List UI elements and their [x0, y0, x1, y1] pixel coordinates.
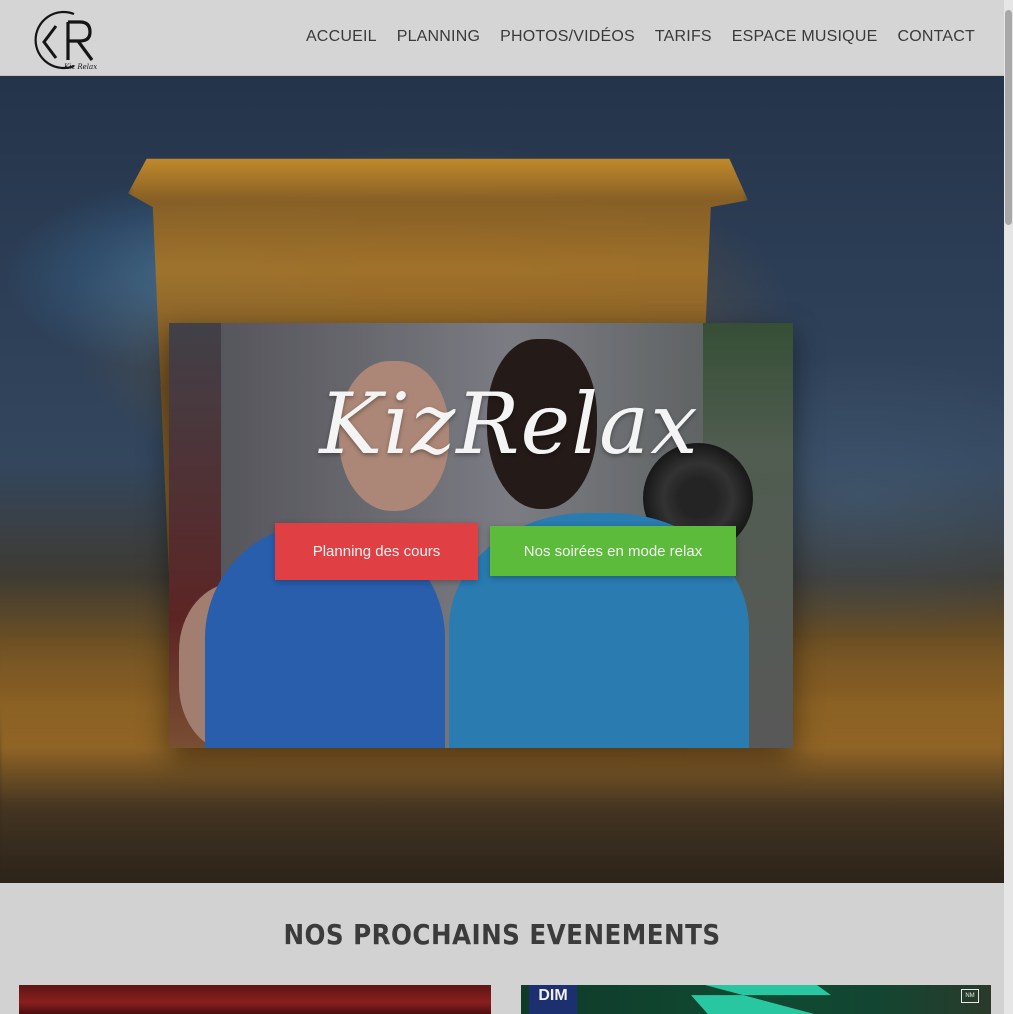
page-scrollbar[interactable]: [1004, 0, 1013, 1014]
hero-section: KizRelax Planning des cours Nos soirées …: [0, 76, 1004, 883]
event-card[interactable]: [19, 985, 491, 1014]
event-pagoda-graphic: [691, 985, 831, 1014]
main-nav: ACCUEIL PLANNING PHOTOS/VIDÉOS TARIFS ES…: [306, 28, 975, 46]
event-day-badge: DIM: [529, 985, 577, 1014]
event-card[interactable]: DIM NM: [521, 985, 991, 1014]
nav-item-accueil[interactable]: ACCUEIL: [306, 28, 377, 46]
nav-item-espace-musique[interactable]: ESPACE MUSIQUE: [732, 28, 878, 46]
nav-item-planning[interactable]: PLANNING: [397, 28, 480, 46]
kiz-relax-logo[interactable]: Kiz Relax: [34, 8, 100, 72]
nav-item-contact[interactable]: CONTACT: [897, 28, 975, 46]
events-section-title: NOS PROCHAINS EVENEMENTS: [283, 918, 721, 951]
logo-mark-icon: Kiz Relax: [34, 10, 97, 71]
hero-photo-card: KizRelax Planning des cours Nos soirées …: [169, 323, 793, 748]
nav-item-photos-videos[interactable]: PHOTOS/VIDÉOS: [500, 28, 635, 46]
hero-brand-title: KizRelax: [319, 375, 699, 473]
svg-text:Kiz Relax: Kiz Relax: [63, 63, 97, 71]
scrollbar-thumb[interactable]: [1005, 10, 1012, 225]
events-section: NOS PROCHAINS EVENEMENTS DIM NM: [0, 883, 1004, 1014]
event-corner-badge: NM: [961, 989, 979, 1003]
soirees-mode-relax-button[interactable]: Nos soirées en mode relax: [490, 526, 736, 576]
site-header: Kiz Relax ACCUEIL PLANNING PHOTOS/VIDÉOS…: [0, 0, 1004, 76]
nav-item-tarifs[interactable]: TARIFS: [655, 28, 712, 46]
planning-des-cours-button[interactable]: Planning des cours: [275, 523, 478, 580]
